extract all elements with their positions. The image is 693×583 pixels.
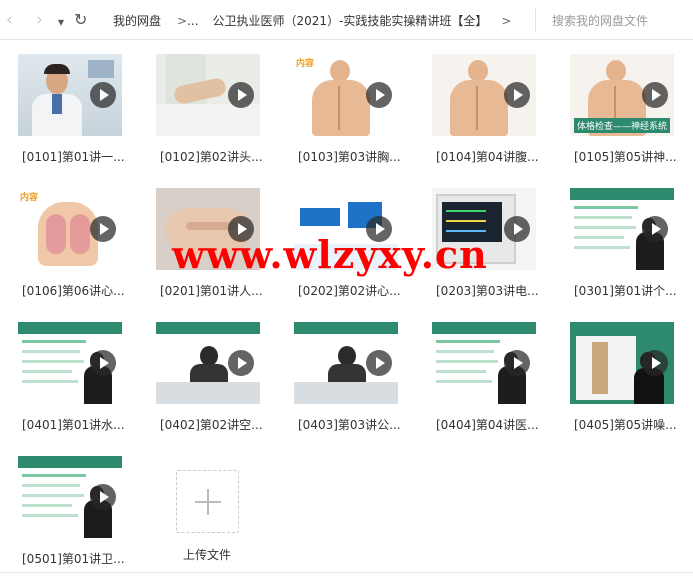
play-icon[interactable] xyxy=(504,350,530,376)
file-name[interactable]: [0104]第04讲腹... xyxy=(436,148,539,165)
file-name[interactable]: [0402]第02讲空... xyxy=(160,416,263,433)
play-icon[interactable] xyxy=(366,350,392,376)
thumb-caption: 体格检查——神经系统 xyxy=(574,118,671,133)
play-icon[interactable] xyxy=(90,484,116,510)
file-name[interactable]: [0404]第04讲医... xyxy=(436,416,539,433)
back-icon[interactable]: ‹ xyxy=(6,10,13,30)
video-thumbnail[interactable]: 内容 xyxy=(294,54,398,136)
video-thumbnail[interactable] xyxy=(18,456,122,538)
breadcrumb-root[interactable]: 我的网盘 xyxy=(113,14,161,28)
video-thumbnail[interactable] xyxy=(156,54,260,136)
video-thumbnail[interactable] xyxy=(18,54,122,136)
play-icon[interactable] xyxy=(90,82,116,108)
video-thumbnail[interactable] xyxy=(570,322,674,404)
play-icon[interactable] xyxy=(642,216,668,242)
video-thumbnail[interactable] xyxy=(432,54,536,136)
video-thumbnail[interactable] xyxy=(432,322,536,404)
file-name[interactable]: [0405]第05讲噪... xyxy=(574,416,677,433)
search-input[interactable]: 搜索我的网盘文件 xyxy=(552,12,648,29)
video-thumbnail[interactable] xyxy=(18,322,122,404)
video-thumbnail[interactable]: 体格检查——神经系统 xyxy=(570,54,674,136)
file-name[interactable]: [0403]第03讲公... xyxy=(298,416,401,433)
upload-button[interactable] xyxy=(176,470,239,533)
file-name[interactable]: [0102]第02讲头... xyxy=(160,148,263,165)
file-name[interactable]: [0103]第03讲胸... xyxy=(298,148,401,165)
video-thumbnail[interactable] xyxy=(294,322,398,404)
file-name[interactable]: [0301]第01讲个... xyxy=(574,282,677,299)
history-dropdown-icon[interactable]: ▾ xyxy=(58,12,64,32)
file-name[interactable]: [0105]第05讲神... xyxy=(574,148,677,165)
play-icon[interactable] xyxy=(366,82,392,108)
forward-icon[interactable]: › xyxy=(36,10,43,30)
refresh-icon[interactable]: ↻ xyxy=(74,10,87,30)
toolbar-divider xyxy=(535,8,536,32)
status-bar xyxy=(0,572,693,583)
video-thumbnail[interactable] xyxy=(570,188,674,270)
breadcrumb-separator: > xyxy=(501,14,512,28)
file-name[interactable]: [0401]第01讲水... xyxy=(22,416,125,433)
toolbar: ‹ › ▾ ↻ 我的网盘 >... 公卫执业医师（2021）-实践技能实操精讲班【全… xyxy=(0,0,693,40)
file-name[interactable]: [0106]第06讲心... xyxy=(22,282,125,299)
breadcrumb-separator: > xyxy=(177,14,188,28)
file-name[interactable]: [0501]第01讲卫... xyxy=(22,550,125,567)
play-icon[interactable] xyxy=(642,82,668,108)
breadcrumb-current[interactable]: 公卫执业医师（2021）-实践技能实操精讲班【全】 xyxy=(213,14,488,28)
play-icon[interactable] xyxy=(642,350,668,376)
video-thumbnail[interactable]: 内容 xyxy=(18,188,122,270)
watermark-text: www.wlzyxy.cn xyxy=(172,232,488,277)
file-name[interactable]: [0202]第02讲心... xyxy=(298,282,401,299)
play-icon[interactable] xyxy=(90,216,116,242)
upload-label: 上传文件 xyxy=(183,548,232,562)
file-name[interactable]: [0203]第03讲电... xyxy=(436,282,539,299)
play-icon[interactable] xyxy=(228,82,254,108)
breadcrumb: 我的网盘 >... 公卫执业医师（2021）-实践技能实操精讲班【全】 > xyxy=(113,12,511,29)
file-name[interactable]: [0201]第01讲人... xyxy=(160,282,263,299)
file-name[interactable]: [0101]第01讲一... xyxy=(22,148,125,165)
play-icon[interactable] xyxy=(504,82,530,108)
play-icon[interactable] xyxy=(90,350,116,376)
video-thumbnail[interactable] xyxy=(156,322,260,404)
breadcrumb-ellipsis[interactable]: ... xyxy=(187,14,198,28)
play-icon[interactable] xyxy=(504,216,530,242)
play-icon[interactable] xyxy=(228,350,254,376)
